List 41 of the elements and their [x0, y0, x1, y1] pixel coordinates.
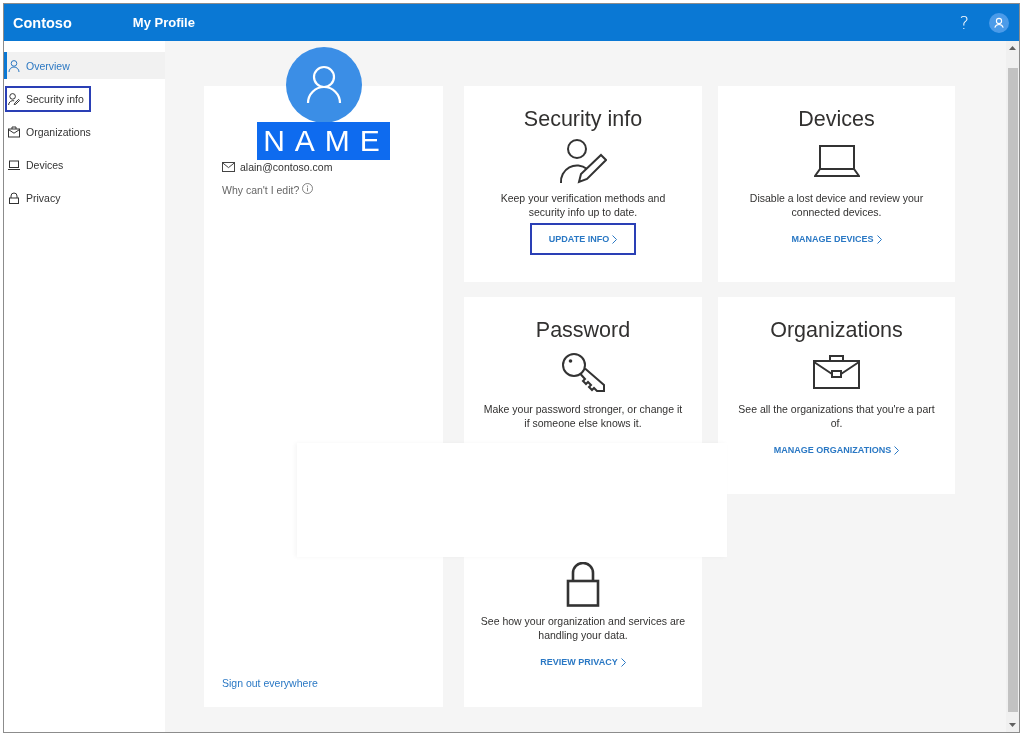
laptop-icon: [813, 145, 860, 177]
key-icon: [560, 351, 606, 393]
profile-name: NAME: [257, 122, 390, 160]
page-title: My Profile: [132, 15, 195, 30]
briefcase-icon: [8, 125, 20, 138]
card-description: Make your password stronger, or change it if someone else knows it.: [483, 402, 683, 430]
card-description: Disable a lost device and review your connected devices.: [749, 191, 924, 219]
sign-out-link[interactable]: Sign out everywhere: [222, 676, 318, 690]
card-link[interactable]: UPDATE INFO: [529, 223, 637, 255]
sidebar-item[interactable]: Overview: [4, 52, 165, 79]
card-title: Password: [535, 317, 631, 343]
card-description: See all the organizations that you're a part of.: [738, 402, 935, 430]
envelope-icon: [222, 162, 235, 172]
help-button[interactable]: ?: [957, 12, 971, 33]
card-description: See how your organization and services are handling your data.: [480, 614, 686, 642]
edit-help-text: Why can't I edit?: [222, 183, 300, 197]
person-pen-icon: [8, 92, 20, 105]
chevron-right-icon: [612, 234, 618, 244]
email-address: alain@contoso.com: [240, 160, 333, 174]
person-pen-icon: [559, 137, 607, 185]
card-link[interactable]: MANAGE DEVICES: [772, 223, 901, 255]
laptop-icon: [8, 158, 20, 171]
chevron-right-icon: [894, 445, 900, 455]
card-title: Devices: [798, 106, 875, 132]
person-icon: [8, 59, 20, 72]
card-description: Keep your verification methods and security info up to date.: [500, 191, 666, 219]
card-link[interactable]: REVIEW PRIVACY: [521, 646, 645, 678]
scrollbar-thumb[interactable]: [1007, 68, 1018, 712]
card-title: Organizations: [770, 317, 903, 343]
info-icon[interactable]: [302, 182, 314, 194]
briefcase-icon: [813, 355, 860, 389]
chevron-right-icon: [620, 657, 626, 667]
lock-icon: [566, 561, 600, 607]
scroll-down-arrow-icon[interactable]: [1009, 723, 1016, 727]
chevron-right-icon: [876, 234, 882, 244]
lock-icon: [8, 191, 20, 204]
account-avatar-icon[interactable]: [989, 12, 1009, 33]
card-link[interactable]: MANAGE ORGANIZATIONS: [754, 434, 919, 466]
card-title: Security info: [523, 106, 643, 132]
scroll-up-arrow-icon[interactable]: [1009, 46, 1016, 50]
brand-name: Contoso: [13, 14, 72, 31]
